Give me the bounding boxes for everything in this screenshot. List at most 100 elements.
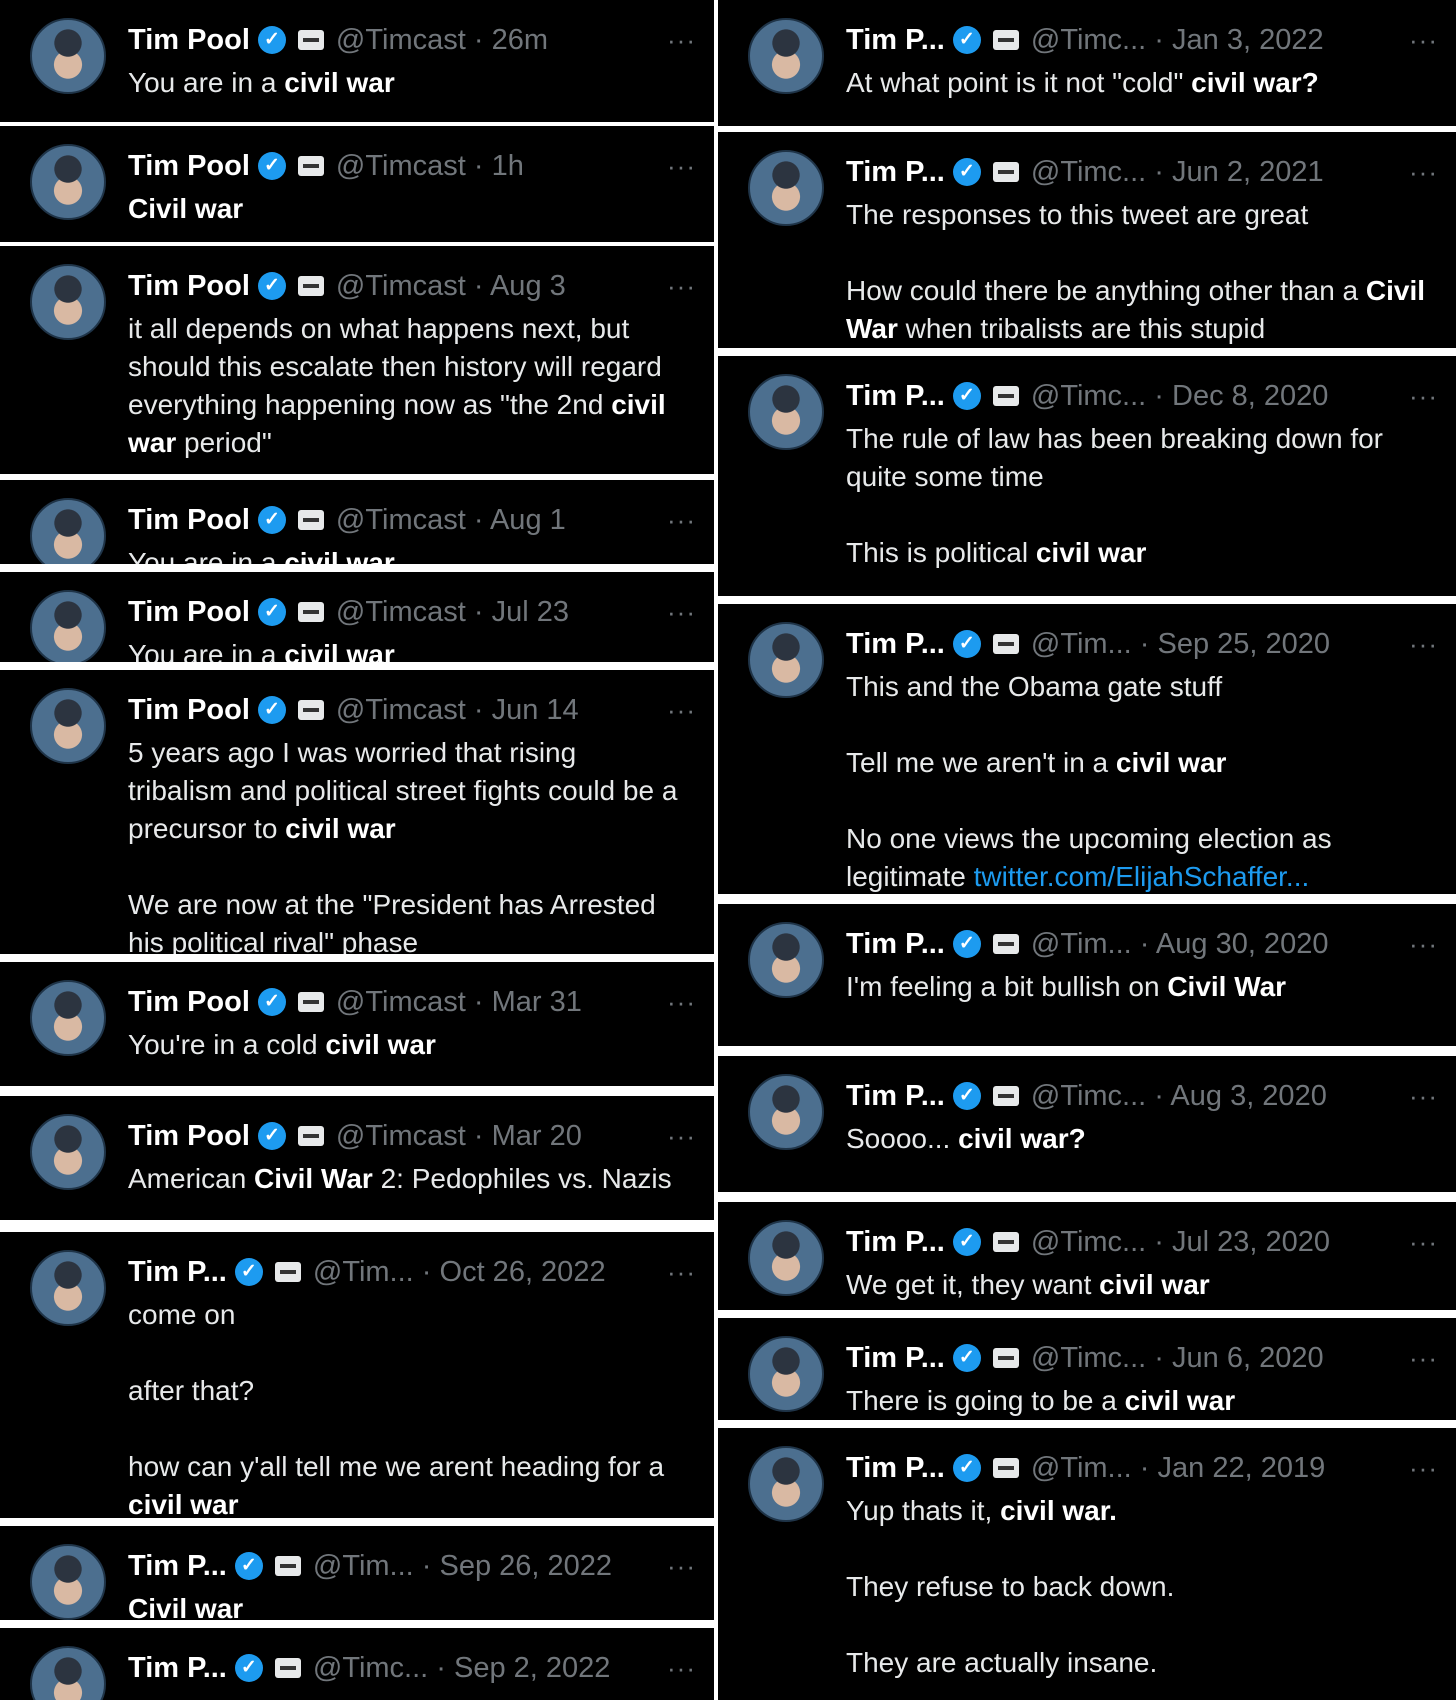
tweet[interactable]: Tim P... ✓ @Timc... · Jun 2, 2021 ··· The re…	[718, 132, 1456, 348]
tweet[interactable]: Tim Pool ✓ @Timcast · 1h ··· Civil war	[0, 126, 714, 242]
tweet-time[interactable]: Sep 2, 2022	[454, 1652, 610, 1684]
more-options-icon[interactable]: ···	[1409, 1343, 1438, 1374]
more-options-icon[interactable]: ···	[667, 505, 696, 536]
tweet[interactable]: Tim Pool ✓ @Timcast · Jul 23 ··· You are in …	[0, 572, 714, 662]
author-name[interactable]: Tim P...	[846, 1080, 945, 1113]
tweet-time[interactable]: Mar 20	[492, 1120, 582, 1152]
avatar[interactable]	[748, 622, 824, 698]
author-handle[interactable]: @Timcast · 26m	[336, 24, 548, 57]
tweet-time[interactable]: Dec 8, 2020	[1172, 380, 1328, 412]
tweet[interactable]: Tim P... ✓ @Tim... · Aug 30, 2020 ··· I'm fe…	[718, 904, 1456, 1046]
avatar[interactable]	[30, 688, 106, 764]
tweet[interactable]: Tim Pool ✓ @Timcast · 26m ··· You are in a c…	[0, 0, 714, 122]
avatar[interactable]	[30, 264, 106, 340]
more-options-icon[interactable]: ···	[667, 597, 696, 628]
tweet[interactable]: Tim Pool ✓ @Timcast · Mar 31 ··· You're in a…	[0, 962, 714, 1086]
author-handle[interactable]: @Timcast · 1h	[336, 150, 524, 183]
author-handle[interactable]: @Timc... · Dec 8, 2020	[1031, 380, 1329, 413]
avatar[interactable]	[748, 922, 824, 998]
tweet-time[interactable]: Aug 1	[490, 504, 566, 536]
tweet-time[interactable]: Sep 25, 2020	[1158, 628, 1331, 660]
author-name[interactable]: Tim Pool	[128, 504, 250, 537]
more-options-icon[interactable]: ···	[667, 1653, 696, 1684]
tweet-time[interactable]: 1h	[492, 150, 524, 182]
avatar[interactable]	[30, 1114, 106, 1190]
author-name[interactable]: Tim P...	[846, 928, 945, 961]
tweet[interactable]: Tim Pool ✓ @Timcast · Aug 1 ··· You are in a…	[0, 480, 714, 564]
author-handle[interactable]: @Timcast · Mar 20	[336, 1120, 582, 1153]
tweet[interactable]: Tim P... ✓ @Timc... · Aug 3, 2020 ··· Soooo.…	[718, 1056, 1456, 1192]
author-name[interactable]: Tim P...	[846, 628, 945, 661]
tweet-time[interactable]: Jul 23	[492, 596, 569, 628]
author-name[interactable]: Tim P...	[128, 1256, 227, 1289]
author-handle[interactable]: @Timc... · Aug 3, 2020	[1031, 1080, 1327, 1113]
avatar[interactable]	[748, 150, 824, 226]
author-handle[interactable]: @Timc... · Jan 3, 2022	[1031, 24, 1324, 57]
avatar[interactable]	[30, 590, 106, 662]
more-options-icon[interactable]: ···	[1409, 381, 1438, 412]
avatar[interactable]	[748, 374, 824, 450]
more-options-icon[interactable]: ···	[667, 987, 696, 1018]
author-name[interactable]: Tim Pool	[128, 986, 250, 1019]
tweet[interactable]: Tim P... ✓ @Timc... · Jan 3, 2022 ··· At wha…	[718, 0, 1456, 126]
author-name[interactable]: Tim Pool	[128, 1120, 250, 1153]
author-name[interactable]: Tim Pool	[128, 694, 250, 727]
author-handle[interactable]: @Timc... · Sep 2, 2022	[313, 1652, 611, 1685]
more-options-icon[interactable]: ···	[1409, 1227, 1438, 1258]
avatar[interactable]	[748, 1220, 824, 1296]
avatar[interactable]	[30, 1544, 106, 1620]
tweet[interactable]: Tim P... ✓ @Tim... · Oct 26, 2022 ··· come o…	[0, 1232, 714, 1518]
author-handle[interactable]: @Timcast · Jul 23	[336, 596, 569, 629]
more-options-icon[interactable]: ···	[1409, 1453, 1438, 1484]
avatar[interactable]	[748, 1336, 824, 1412]
tweet-time[interactable]: Aug 3, 2020	[1170, 1080, 1326, 1112]
more-options-icon[interactable]: ···	[667, 25, 696, 56]
author-handle[interactable]: @Tim... · Sep 26, 2022	[313, 1550, 612, 1583]
avatar[interactable]	[30, 980, 106, 1056]
author-name[interactable]: Tim Pool	[128, 24, 250, 57]
author-handle[interactable]: @Timcast · Jun 14	[336, 694, 579, 727]
tweet-time[interactable]: Aug 30, 2020	[1156, 928, 1329, 960]
author-handle[interactable]: @Tim... · Oct 26, 2022	[313, 1256, 606, 1289]
tweet-time[interactable]: Oct 26, 2022	[440, 1256, 606, 1288]
more-options-icon[interactable]: ···	[667, 271, 696, 302]
more-options-icon[interactable]: ···	[1409, 929, 1438, 960]
tweet[interactable]: Tim Pool ✓ @Timcast · Mar 20 ··· American Ci…	[0, 1096, 714, 1220]
author-name[interactable]: Tim P...	[846, 156, 945, 189]
more-options-icon[interactable]: ···	[667, 1257, 696, 1288]
author-handle[interactable]: @Timcast · Mar 31	[336, 986, 582, 1019]
author-name[interactable]: Tim P...	[846, 380, 945, 413]
avatar[interactable]	[748, 1074, 824, 1150]
author-handle[interactable]: @Timcast · Aug 3	[336, 270, 566, 303]
tweet-time[interactable]: Mar 31	[492, 986, 582, 1018]
avatar[interactable]	[30, 1646, 106, 1700]
author-handle[interactable]: @Timc... · Jul 23, 2020	[1031, 1226, 1330, 1259]
tweet-time[interactable]: Jul 23, 2020	[1172, 1226, 1330, 1258]
avatar[interactable]	[748, 1446, 824, 1522]
tweet[interactable]: Tim Pool ✓ @Timcast · Jun 14 ··· 5 years ago…	[0, 670, 714, 954]
tweet-time[interactable]: Jun 6, 2020	[1172, 1342, 1324, 1374]
tweet-link[interactable]: twitter.com/ElijahSchaffer...	[974, 861, 1310, 892]
tweet-time[interactable]: Aug 3	[490, 270, 566, 302]
tweet[interactable]: Tim P... ✓ @Timc... · Dec 8, 2020 ··· The ru…	[718, 356, 1456, 596]
tweet-time[interactable]: Jan 22, 2019	[1158, 1452, 1326, 1484]
tweet[interactable]: Tim P... ✓ @Tim... · Sep 25, 2020 ··· This a…	[718, 604, 1456, 894]
author-name[interactable]: Tim P...	[846, 1226, 945, 1259]
author-handle[interactable]: @Timc... · Jun 6, 2020	[1031, 1342, 1324, 1375]
more-options-icon[interactable]: ···	[667, 695, 696, 726]
avatar[interactable]	[30, 1250, 106, 1326]
avatar[interactable]	[30, 144, 106, 220]
author-handle[interactable]: @Tim... · Sep 25, 2020	[1031, 628, 1330, 661]
avatar[interactable]	[30, 498, 106, 564]
author-name[interactable]: Tim P...	[128, 1652, 227, 1685]
author-name[interactable]: Tim Pool	[128, 270, 250, 303]
more-options-icon[interactable]: ···	[1409, 25, 1438, 56]
more-options-icon[interactable]: ···	[1409, 1081, 1438, 1112]
author-name[interactable]: Tim P...	[128, 1550, 227, 1583]
author-handle[interactable]: @Timc... · Jun 2, 2021	[1031, 156, 1324, 189]
author-handle[interactable]: @Tim... · Aug 30, 2020	[1031, 928, 1329, 961]
tweet[interactable]: Tim P... ✓ @Timc... · Jun 6, 2020 ··· There …	[718, 1318, 1456, 1420]
author-name[interactable]: Tim P...	[846, 24, 945, 57]
tweet[interactable]: Tim P... ✓ @Tim... · Jan 22, 2019 ··· Yup th…	[718, 1428, 1456, 1700]
author-handle[interactable]: @Timcast · Aug 1	[336, 504, 566, 537]
